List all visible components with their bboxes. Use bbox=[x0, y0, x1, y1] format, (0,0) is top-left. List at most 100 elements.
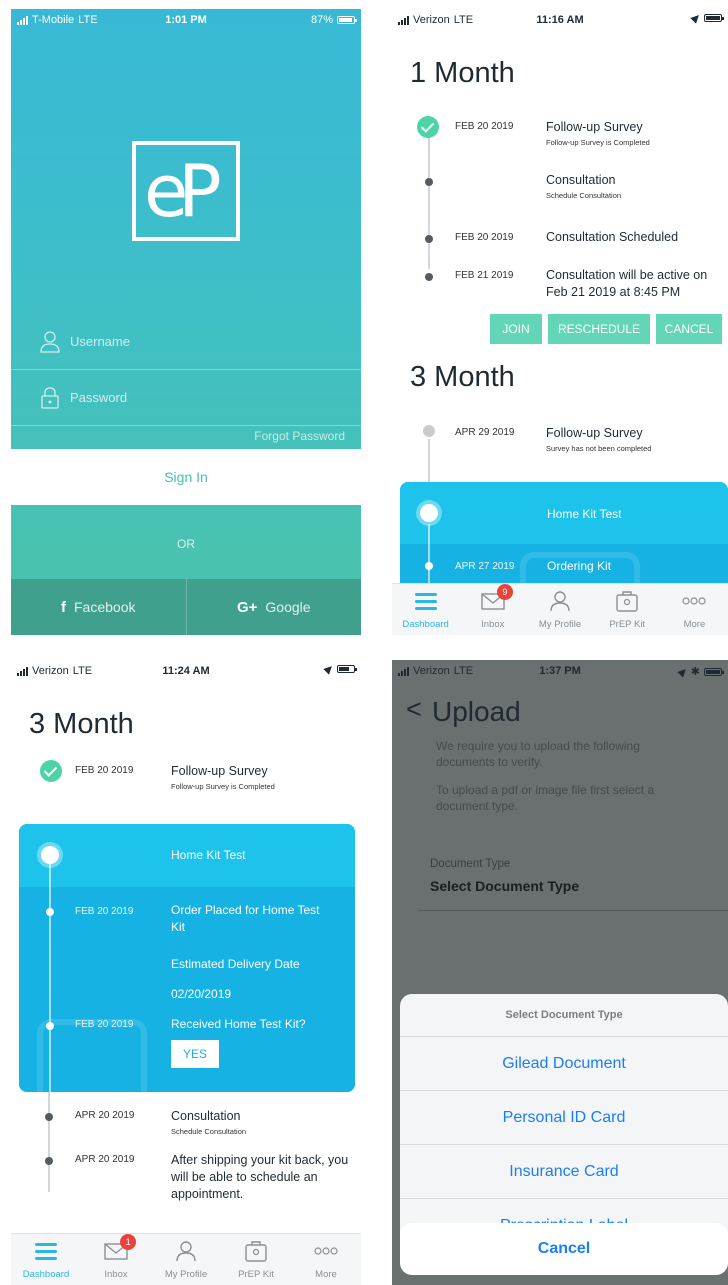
login-screen: T-Mobile LTE 1:01 PM 87% eP Username Pas… bbox=[11, 9, 361, 635]
item-subtitle: Follow-up Survey is Completed bbox=[546, 138, 650, 147]
battery-percent: 87% bbox=[310, 14, 333, 26]
location-icon bbox=[323, 663, 335, 675]
timeline-dot bbox=[45, 1113, 53, 1121]
item-title: Follow-up Survey bbox=[546, 426, 643, 440]
document-type-label: Document Type bbox=[430, 858, 511, 870]
item-date: FEB 20 2019 bbox=[455, 232, 514, 243]
tab-my-profile[interactable]: My Profile bbox=[526, 584, 593, 635]
option-insurance-card[interactable]: Insurance Card bbox=[400, 1144, 728, 1198]
tab-prep-kit[interactable]: PrEP Kit bbox=[221, 1234, 291, 1285]
battery-icon bbox=[337, 665, 357, 673]
bluetooth-icon: ✱ bbox=[690, 666, 700, 678]
item-title: Received Home Test Kit? bbox=[171, 1017, 306, 1031]
sign-in-button[interactable]: Sign In bbox=[11, 449, 361, 505]
or-divider: OR bbox=[177, 537, 195, 551]
instruction-text: To upload a pdf or image file first sele… bbox=[436, 783, 655, 813]
location-icon bbox=[677, 665, 689, 678]
unread-badge: 9 bbox=[496, 584, 513, 600]
timeline-dot bbox=[425, 273, 433, 281]
more-icon bbox=[314, 1247, 338, 1255]
option-gilead-document[interactable]: Gilead Document bbox=[400, 1036, 728, 1090]
forgot-password-link[interactable]: Forgot Password bbox=[254, 429, 345, 443]
dashboard-icon bbox=[414, 593, 437, 610]
timeline-dot bbox=[425, 235, 433, 243]
action-sheet-title: Select Document Type bbox=[505, 1009, 623, 1021]
page-title: Upload bbox=[432, 696, 521, 727]
battery-icon bbox=[337, 16, 357, 24]
tab-more[interactable]: More bbox=[291, 1234, 361, 1285]
item-date: APR 20 2019 bbox=[75, 1154, 135, 1165]
join-button[interactable]: JOIN bbox=[490, 314, 542, 344]
item-title: Consultation bbox=[546, 173, 616, 187]
action-sheet: Select Document Type Gilead Document Per… bbox=[400, 994, 728, 1252]
section-title: 3 Month bbox=[410, 361, 515, 393]
user-icon bbox=[40, 331, 60, 353]
battery-icon bbox=[704, 667, 724, 676]
tab-bar: Dashboard 9 Inbox My Profile PrEP Kit Mo… bbox=[392, 583, 728, 635]
three-month-screen: Verizon LTE 11:24 AM 3 Month FEB 20 2019… bbox=[11, 660, 361, 1285]
user-icon bbox=[550, 591, 570, 612]
status-bar: Verizon LTE 11:24 AM bbox=[11, 660, 361, 682]
item-date: APR 20 2019 bbox=[75, 1110, 135, 1121]
pending-dot bbox=[423, 425, 435, 437]
item-subtitle: Survey has not been completed bbox=[546, 444, 652, 453]
instruction-text: We require you to upload the following d… bbox=[436, 739, 640, 769]
item-subtitle: Follow-up Survey is Completed bbox=[171, 782, 275, 791]
unread-badge: 1 bbox=[120, 1234, 137, 1250]
lock-icon bbox=[41, 387, 59, 409]
item-subtitle: Schedule Consultation bbox=[546, 191, 622, 200]
delivery-label: Estimated Delivery Date bbox=[171, 957, 300, 971]
document-type-select[interactable]: Select Document Type bbox=[430, 878, 579, 894]
tab-dashboard[interactable]: Dashboard bbox=[392, 584, 459, 635]
tab-inbox[interactable]: 1 Inbox bbox=[81, 1234, 151, 1285]
item-date: FEB 20 2019 bbox=[455, 121, 514, 132]
more-icon bbox=[682, 597, 707, 605]
option-personal-id-card[interactable]: Personal ID Card bbox=[400, 1090, 728, 1144]
battery-icon bbox=[704, 14, 724, 22]
location-icon bbox=[690, 12, 702, 24]
tab-my-profile[interactable]: My Profile bbox=[151, 1234, 221, 1285]
cancel-button[interactable]: CANCEL bbox=[656, 314, 722, 344]
status-bar: Verizon LTE 1:37 PM ✱ bbox=[392, 660, 728, 682]
social-login-row: f Facebook G+ Google bbox=[11, 579, 361, 635]
reschedule-button[interactable]: RESCHEDULE bbox=[548, 314, 650, 344]
item-title: Follow-up Survey bbox=[171, 764, 268, 778]
cancel-button[interactable]: Cancel bbox=[400, 1223, 728, 1275]
status-time: 11:24 AM bbox=[162, 665, 210, 677]
status-time: 11:16 AM bbox=[536, 14, 584, 26]
item-date: FEB 20 2019 bbox=[75, 906, 134, 917]
timeline-dot bbox=[45, 1157, 53, 1165]
item-date: FEB 21 2019 bbox=[455, 270, 514, 281]
item-title: Ordering Kit bbox=[547, 559, 612, 573]
username-field[interactable]: Username bbox=[11, 314, 361, 370]
kit-active-dot bbox=[41, 846, 59, 864]
item-title: Consultation bbox=[171, 1109, 241, 1123]
item-date: FEB 20 2019 bbox=[75, 1019, 134, 1030]
item-date: APR 29 2019 bbox=[455, 427, 515, 438]
password-field[interactable]: Password bbox=[11, 370, 361, 426]
tab-prep-kit[interactable]: PrEP Kit bbox=[594, 584, 661, 635]
status-time: 1:01 PM bbox=[165, 14, 207, 26]
tab-inbox[interactable]: 9 Inbox bbox=[459, 584, 526, 635]
back-button[interactable]: < bbox=[406, 694, 422, 725]
home-kit-card[interactable]: Home Kit Test FEB 20 2019 Order Placed f… bbox=[19, 824, 355, 1092]
item-date: APR 27 2019 bbox=[455, 561, 515, 572]
password-placeholder: Password bbox=[70, 390, 128, 405]
kit-active-dot bbox=[420, 504, 438, 522]
yes-button[interactable]: YES bbox=[171, 1040, 219, 1068]
item-date: FEB 20 2019 bbox=[75, 765, 134, 776]
status-bar: Verizon LTE 11:16 AM bbox=[392, 9, 728, 31]
item-subtitle: Schedule Consultation bbox=[171, 1127, 247, 1136]
google-button[interactable]: G+ Google bbox=[185, 579, 362, 635]
check-icon bbox=[40, 760, 62, 782]
kit-icon bbox=[245, 1241, 267, 1262]
kit-title: Home Kit Test bbox=[171, 848, 246, 862]
username-placeholder: Username bbox=[70, 334, 130, 349]
one-month-screen: Verizon LTE 11:16 AM 1 Month FEB 20 2019… bbox=[392, 9, 728, 635]
item-title: Consultation will be active on Feb 21 20… bbox=[546, 268, 708, 299]
home-kit-card[interactable]: Home Kit Test APR 27 2019 Ordering Kit bbox=[400, 482, 728, 592]
facebook-icon: f bbox=[61, 599, 66, 616]
facebook-button[interactable]: f Facebook bbox=[11, 579, 186, 635]
tab-dashboard[interactable]: Dashboard bbox=[11, 1234, 81, 1285]
tab-more[interactable]: More bbox=[661, 584, 728, 635]
